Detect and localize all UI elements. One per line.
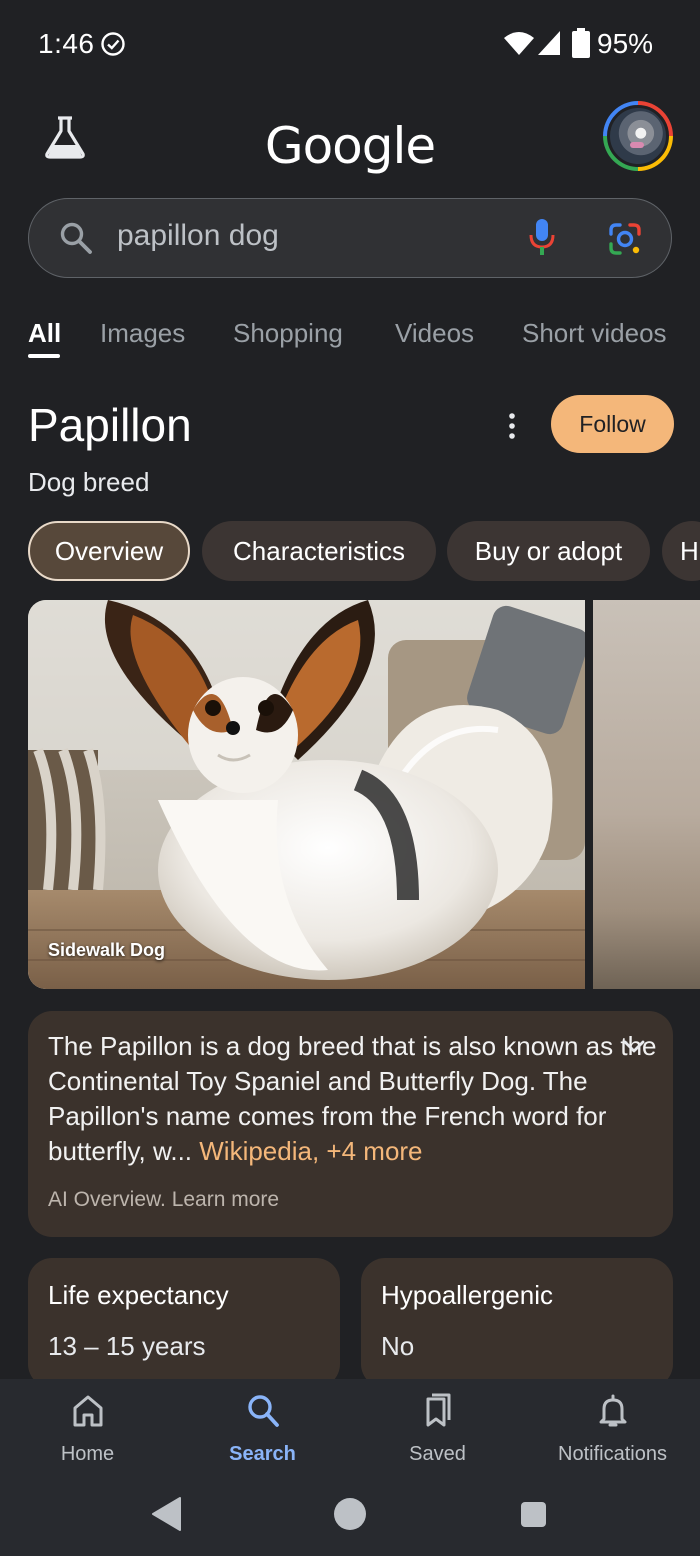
signal-icon: [538, 31, 560, 55]
fact-card-life-expectancy[interactable]: Life expectancy 13 – 15 years: [28, 1258, 340, 1388]
entity-title: Papillon: [28, 399, 192, 451]
follow-button[interactable]: Follow: [551, 395, 674, 453]
system-recents-button[interactable]: [521, 1502, 546, 1527]
google-lens-icon[interactable]: [607, 221, 643, 257]
search-box[interactable]: papillon dog: [28, 198, 672, 278]
chip-overview[interactable]: Overview: [28, 521, 190, 581]
papillon-dog-illustration: [28, 600, 585, 989]
chip-partial[interactable]: H: [662, 521, 700, 581]
bell-icon: [599, 1394, 626, 1427]
chevron-down-icon[interactable]: [622, 1035, 646, 1059]
check-circle-icon: [101, 32, 125, 56]
status-time: 1:46: [38, 28, 95, 59]
voice-search-icon[interactable]: [527, 217, 557, 257]
chip-characteristics[interactable]: Characteristics: [202, 521, 436, 581]
system-home-button[interactable]: [334, 1498, 366, 1530]
search-icon: [247, 1395, 279, 1427]
battery-icon: [572, 28, 590, 58]
next-image-thumbnail[interactable]: [593, 600, 700, 989]
tab-label: Short videos: [522, 318, 667, 348]
bookmark-icon: [426, 1393, 450, 1427]
nav-label: Notifications: [558, 1443, 667, 1465]
system-back-icon[interactable]: [150, 1496, 184, 1532]
tab-label: Shopping: [233, 318, 343, 348]
avatar: [607, 105, 669, 167]
fact-card-hypoallergenic[interactable]: Hypoallergenic No: [361, 1258, 673, 1388]
papillon-image[interactable]: Sidewalk Dog: [28, 600, 585, 989]
nav-saved[interactable]: Saved: [350, 1391, 525, 1491]
fact-value: 13 – 15 years: [48, 1331, 206, 1361]
search-icon: [60, 222, 92, 254]
chip-buy-or-adopt[interactable]: Buy or adopt: [447, 521, 650, 581]
tab-label: All: [28, 318, 62, 348]
ai-overview-learn-more[interactable]: AI Overview. Learn more: [48, 1188, 279, 1212]
battery-percentage: 95%: [597, 28, 654, 59]
nav-search[interactable]: Search: [175, 1391, 350, 1491]
ai-overview-text: The Papillon is a dog breed that is also…: [48, 1029, 658, 1169]
more-sources-link[interactable]: , +4 more: [312, 1136, 423, 1166]
nav-notifications[interactable]: Notifications: [525, 1391, 700, 1491]
active-tab-indicator: [28, 354, 60, 358]
wifi-icon: [504, 32, 534, 55]
status-bar: 1:46 95%: [0, 0, 700, 90]
tab-shopping[interactable]: Shopping: [233, 318, 343, 349]
fact-label: Life expectancy: [48, 1280, 229, 1310]
search-input[interactable]: papillon dog: [117, 219, 279, 253]
image-source-label: Sidewalk Dog: [48, 940, 166, 960]
ai-overview-card[interactable]: The Papillon is a dog breed that is also…: [28, 1011, 673, 1237]
more-vert-icon[interactable]: [503, 410, 521, 444]
tab-videos[interactable]: Videos: [395, 318, 474, 349]
tab-label: Images: [100, 318, 186, 348]
google-logo: Google: [264, 117, 436, 175]
nav-label: Home: [60, 1443, 115, 1465]
nav-home[interactable]: Home: [0, 1391, 175, 1491]
nav-label: Saved: [409, 1443, 466, 1465]
home-icon: [73, 1395, 102, 1427]
fact-value: No: [381, 1331, 415, 1361]
fact-label: Hypoallergenic: [381, 1280, 553, 1310]
tab-short-videos[interactable]: Short videos: [522, 318, 667, 349]
nav-label: Search: [229, 1443, 296, 1465]
entity-subtitle: Dog breed: [28, 467, 150, 497]
account-avatar-button[interactable]: [603, 101, 673, 171]
tab-all[interactable]: All: [28, 318, 62, 358]
tab-images[interactable]: Images: [100, 318, 185, 349]
tab-label: Videos: [395, 318, 475, 348]
wikipedia-link[interactable]: Wikipedia: [199, 1136, 312, 1166]
